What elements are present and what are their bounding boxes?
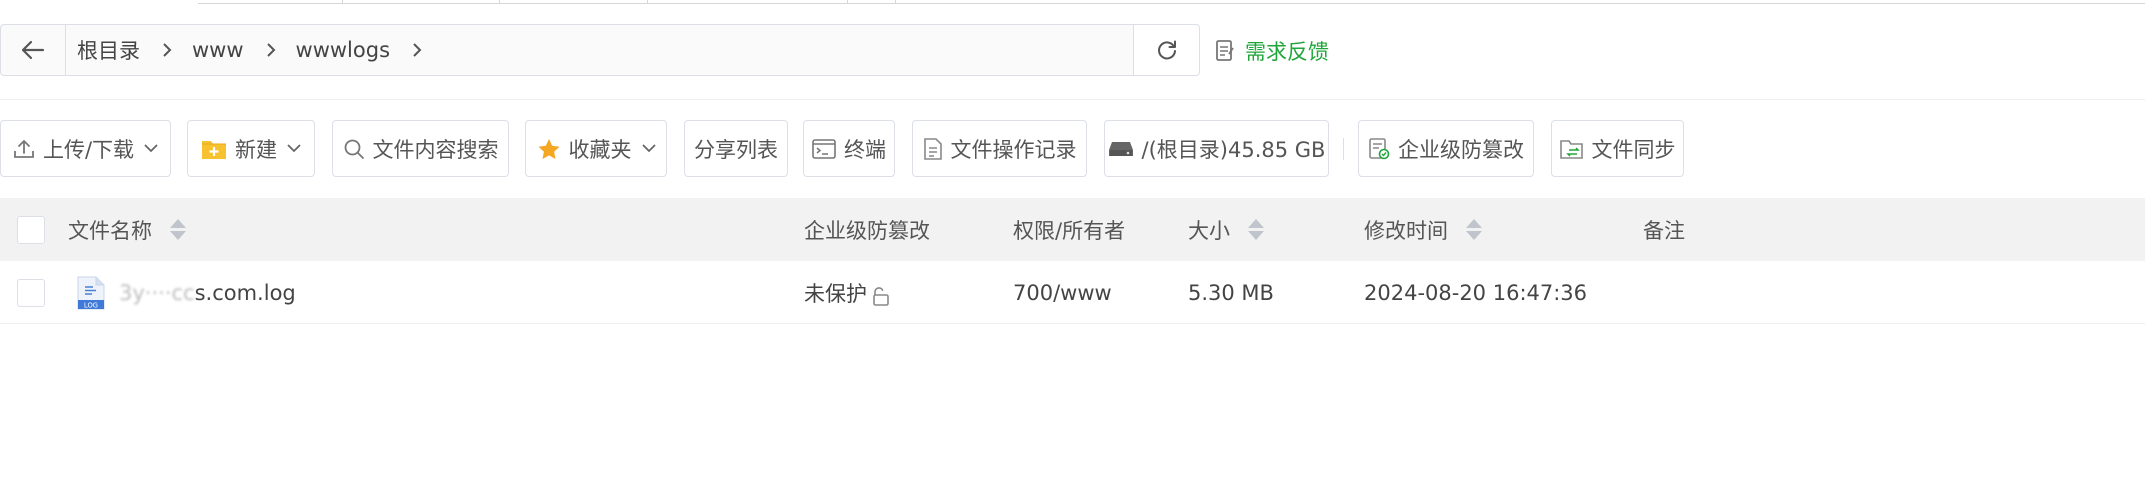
file-name-obscured: ····cc: [144, 280, 195, 305]
file-name-suffix: s.com.log: [194, 280, 296, 305]
row-file-name-cell[interactable]: LOG 3y····ccs.com.log: [77, 262, 296, 323]
column-header-note: 备注: [1643, 198, 1685, 261]
file-name-prefix: 3y: [119, 280, 145, 305]
shield-doc-icon: [1368, 137, 1390, 160]
tab-stub[interactable]: [198, 0, 343, 4]
breadcrumb: 根目录 www wwwlogs: [77, 25, 442, 75]
feedback-label: 需求反馈: [1245, 40, 1329, 64]
chevron-down-icon: [287, 144, 301, 153]
operation-log-label: 文件操作记录: [950, 137, 1077, 162]
unlock-icon[interactable]: [870, 286, 890, 306]
log-file-icon: LOG: [77, 276, 105, 310]
share-list-button[interactable]: 分享列表: [684, 120, 788, 177]
row-tamper-cell: 未保护: [804, 262, 890, 323]
tamper-proof-button[interactable]: 企业级防篡改: [1358, 120, 1534, 177]
feedback-link[interactable]: 需求反馈: [1215, 36, 1329, 66]
breadcrumb-root[interactable]: 根目录: [77, 35, 140, 65]
permission-value: 700/www: [1013, 280, 1112, 305]
favorites-label: 收藏夹: [568, 137, 632, 162]
table-header: 文件名称 企业级防篡改 权限/所有者 大小 修改时间 备注: [0, 198, 2145, 261]
feedback-note-icon: [1215, 39, 1245, 63]
content-search-button[interactable]: 文件内容搜索: [332, 120, 509, 177]
sort-icon[interactable]: [170, 219, 186, 240]
column-size-label: 大小: [1188, 218, 1230, 243]
row-select-cell: [17, 262, 45, 323]
column-header-name[interactable]: 文件名称: [68, 198, 186, 261]
path-bar: 根目录 www wwwlogs: [0, 24, 1200, 76]
file-name[interactable]: 3y····ccs.com.log: [119, 281, 296, 305]
column-name-label: 文件名称: [68, 218, 152, 243]
row-size-cell: 5.30 MB: [1188, 262, 1274, 323]
column-header-tamper: 企业级防篡改: [804, 198, 930, 261]
terminal-button[interactable]: 终端: [803, 120, 895, 177]
column-header-permission: 权限/所有者: [1013, 198, 1125, 261]
mtime-value: 2024-08-20 16:47:36: [1364, 280, 1588, 305]
table-row[interactable]: LOG 3y····ccs.com.log 未保护 700/www 5.30 M…: [0, 262, 2145, 324]
tab-strip-line: [896, 3, 2145, 4]
tab-stub[interactable]: [343, 0, 500, 4]
svg-text:LOG: LOG: [84, 301, 98, 309]
sort-icon[interactable]: [1248, 219, 1264, 240]
tamper-status: 未保护: [804, 281, 867, 306]
tamper-proof-label: 企业级防篡改: [1398, 137, 1524, 162]
sort-icon[interactable]: [1466, 219, 1482, 240]
toolbar-divider: [1343, 138, 1344, 160]
refresh-icon: [1156, 39, 1178, 61]
file-sync-button[interactable]: 文件同步: [1551, 120, 1684, 177]
row-permission-cell[interactable]: 700/www: [1013, 262, 1112, 323]
row-checkbox[interactable]: [17, 278, 45, 307]
new-button[interactable]: 新建: [187, 120, 315, 177]
chevron-down-icon: [144, 144, 158, 153]
disk-button[interactable]: /(根目录)45.85 GB: [1104, 120, 1329, 177]
row-mtime-cell: 2024-08-20 16:47:36: [1364, 262, 1587, 323]
column-tamper-label: 企业级防篡改: [804, 218, 930, 243]
share-list-label: 分享列表: [694, 137, 778, 162]
folder-sync-icon: [1559, 138, 1584, 160]
back-button[interactable]: [1, 25, 66, 75]
operation-log-button[interactable]: 文件操作记录: [912, 120, 1087, 177]
new-label: 新建: [235, 137, 277, 162]
breadcrumb-wwwlogs[interactable]: wwwlogs: [296, 38, 390, 62]
tab-stub[interactable]: [500, 0, 648, 4]
breadcrumb-www[interactable]: www: [192, 38, 244, 62]
tab-stub[interactable]: [848, 0, 896, 4]
content-search-label: 文件内容搜索: [372, 137, 499, 162]
terminal-icon: [812, 138, 836, 159]
chevron-right-icon: [266, 42, 276, 58]
column-header-size[interactable]: 大小: [1188, 198, 1264, 261]
column-header-mtime[interactable]: 修改时间: [1364, 198, 1482, 261]
disk-drive-icon: [1108, 140, 1134, 158]
upload-icon: [13, 138, 35, 160]
search-icon: [343, 138, 365, 160]
column-note-label: 备注: [1643, 218, 1685, 243]
arrow-left-icon: [21, 40, 45, 60]
divider: [0, 99, 2145, 100]
upload-download-label: 上传/下载: [42, 137, 135, 162]
new-folder-icon: [201, 138, 227, 160]
upload-download-button[interactable]: 上传/下载: [0, 120, 171, 177]
document-log-icon: [923, 137, 943, 160]
select-all-checkbox[interactable]: [17, 215, 45, 244]
column-mtime-label: 修改时间: [1364, 218, 1448, 243]
tab-stub[interactable]: [648, 0, 848, 4]
chevron-right-icon[interactable]: [412, 42, 422, 58]
disk-label: /(根目录)45.85 GB: [1141, 137, 1326, 162]
column-permission-label: 权限/所有者: [1013, 218, 1126, 243]
terminal-label: 终端: [844, 137, 886, 162]
file-sync-label: 文件同步: [1591, 137, 1676, 162]
star-icon: [537, 138, 561, 160]
select-all-cell: [17, 198, 45, 261]
chevron-right-icon: [162, 42, 172, 58]
favorites-button[interactable]: 收藏夹: [525, 120, 667, 177]
chevron-down-icon: [641, 144, 656, 153]
refresh-button[interactable]: [1133, 25, 1199, 75]
size-value: 5.30 MB: [1188, 280, 1274, 305]
tab-strip: [0, 0, 2145, 5]
